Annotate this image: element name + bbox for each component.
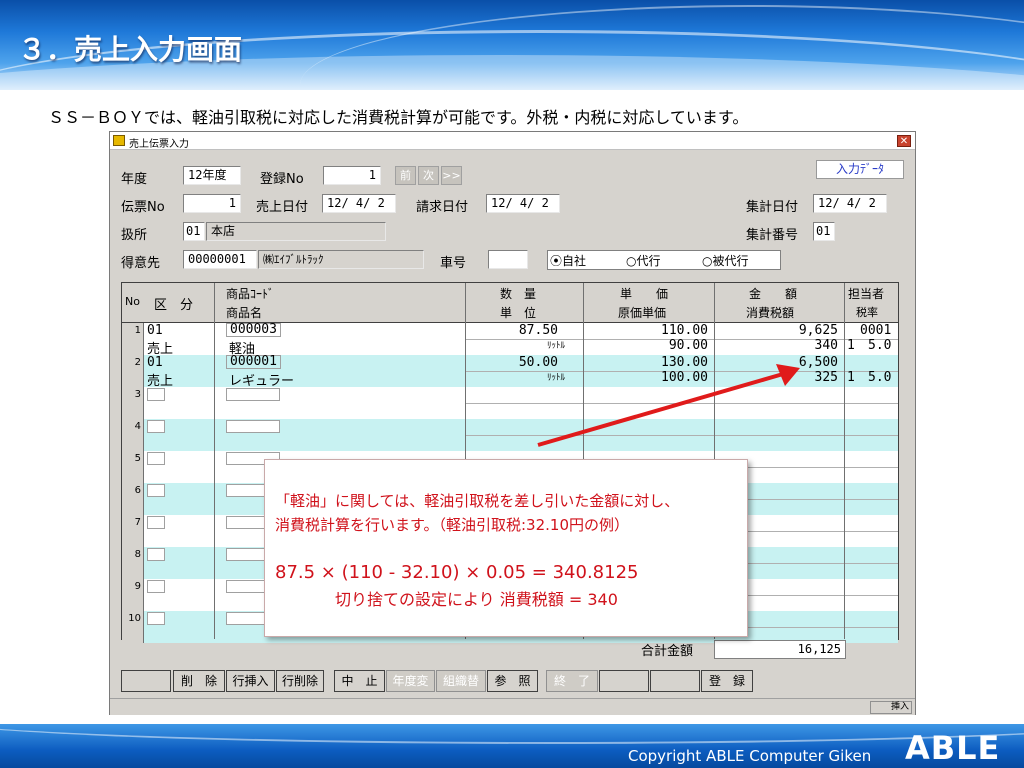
footer-wave-decoration [0,724,1024,744]
explanation-callout: 「軽油」に関しては、軽油引取税を差し引いた金額に対し、 消費税計算を行います。（… [264,459,748,637]
copyright-text: Copyright ABLE Computer Giken [628,747,872,765]
callout-line1: 「軽油」に関しては、軽油引取税を差し引いた金額に対し、 [275,492,680,510]
callout-result: 切り捨ての設定により 消費税額 = 340 [335,590,618,609]
annotation-arrow [537,364,800,447]
callout-line2: 消費税計算を行います。（軽油引取税:32.10円の例） [275,516,629,534]
able-logo: ABLE [905,729,1001,767]
arrow-shaft [537,370,791,447]
callout-formula: 87.5 × (110 - 32.10) × 0.05 = 340.8125 [275,562,639,583]
